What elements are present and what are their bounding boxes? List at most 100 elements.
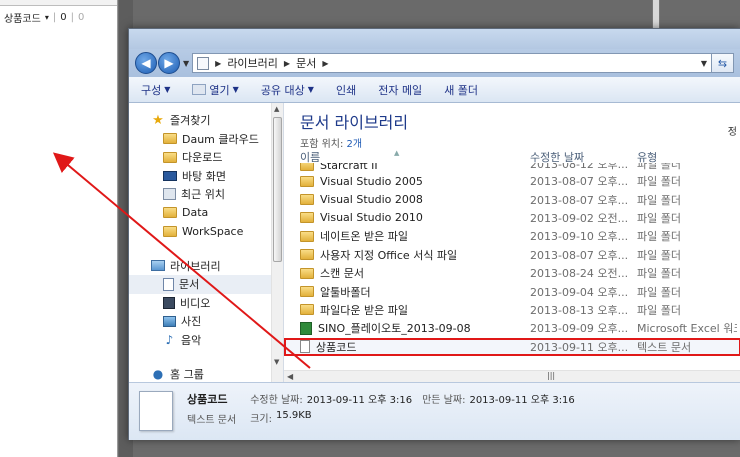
nav-homegroup[interactable]: ● 홈 그룹 bbox=[129, 365, 283, 384]
file-row[interactable]: Visual Studio 2005 2013-08-07 오후... 파일 폴더 bbox=[284, 172, 740, 190]
library-title: 문서 라이브러리 bbox=[300, 113, 409, 132]
title-bar[interactable] bbox=[129, 29, 740, 49]
new-folder-button[interactable]: 새 폴더 bbox=[444, 82, 478, 98]
recent-places-icon bbox=[163, 188, 176, 201]
scroll-thumb[interactable] bbox=[273, 117, 282, 262]
file-row[interactable]: 사용자 지정 Office 서식 파일 2013-08-07 오후... 파일 폴더 bbox=[284, 246, 740, 264]
refresh-button[interactable]: ⇆ bbox=[712, 53, 734, 73]
nav-item-documents[interactable]: 문서 bbox=[129, 275, 283, 294]
breadcrumb-documents[interactable]: 문서 bbox=[296, 55, 316, 71]
navigation-pane: ★ 즐겨찾기 Daum 클라우드 다운로드 바탕 화면 최근 위치 Data W… bbox=[129, 103, 284, 382]
nav-item-daum-cloud[interactable]: Daum 클라우드 bbox=[129, 130, 283, 149]
file-date: 2013-09-04 오후... bbox=[530, 285, 629, 299]
chevron-down-icon: ▼ bbox=[164, 85, 171, 94]
file-date: 2013-08-24 오전... bbox=[530, 267, 629, 281]
share-with-menu[interactable]: 공유 대상 ▼ bbox=[261, 82, 314, 98]
nav-favorites[interactable]: ★ 즐겨찾기 bbox=[129, 111, 283, 130]
chevron-right-icon[interactable]: ▶ bbox=[322, 59, 328, 68]
arrange-by-label[interactable]: 정 bbox=[728, 123, 737, 138]
file-row[interactable]: 알툴바폴더 2013-09-04 오후... 파일 폴더 bbox=[284, 282, 740, 300]
file-type: 파일 폴더 bbox=[637, 285, 681, 299]
chevron-down-icon[interactable]: ▾ bbox=[45, 13, 49, 22]
folder-icon bbox=[300, 230, 314, 242]
organize-menu[interactable]: 구성 ▼ bbox=[141, 82, 170, 98]
sort-caret-icon: ▲ bbox=[394, 149, 400, 157]
file-row[interactable]: 스캔 문서 2013-08-24 오전... 파일 폴더 bbox=[284, 264, 740, 282]
scroll-up-icon[interactable]: ▲ bbox=[274, 105, 279, 113]
file-type: 텍스트 문서 bbox=[637, 340, 692, 354]
share-label: 공유 대상 bbox=[260, 83, 305, 97]
file-row[interactable]: SINO_플레이오토_2013-09-08 2013-09-09 오후... Mic… bbox=[284, 319, 740, 337]
file-list-pane: 문서 라이브러리 포함 위치: 2개 정 ▲ 이름 수정한 날짜 유형 Star… bbox=[284, 103, 740, 382]
nav-item-workspace[interactable]: WorkSpace bbox=[129, 222, 283, 241]
folder-icon bbox=[300, 163, 314, 171]
back-button[interactable]: ◀ bbox=[135, 52, 157, 74]
chevron-right-icon[interactable]: ▶ bbox=[284, 59, 290, 68]
scroll-down-icon[interactable]: ▼ bbox=[274, 358, 279, 366]
nav-item-recent-places[interactable]: 최근 위치 bbox=[129, 185, 283, 204]
text-file-icon bbox=[300, 340, 310, 354]
chevron-down-icon: ▼ bbox=[232, 85, 239, 94]
homegroup-icon: ● bbox=[152, 367, 164, 382]
nav-item-data[interactable]: Data bbox=[129, 204, 283, 223]
address-dropdown-icon[interactable]: ▼ bbox=[701, 59, 707, 68]
file-name: Visual Studio 2005 bbox=[320, 174, 423, 188]
address-bar[interactable]: ▶ 라이브러리 ▶ 문서 ▶ ▼ bbox=[192, 53, 712, 73]
file-name-cell: 알툴바폴더 bbox=[300, 284, 530, 300]
nav-scrollbar[interactable]: ▲ ▼ bbox=[271, 103, 283, 382]
nav-label: 즐겨찾기 bbox=[170, 114, 211, 128]
nav-label: 문서 bbox=[179, 278, 200, 292]
breadcrumb-library[interactable]: 라이브러리 bbox=[227, 55, 278, 71]
folder-icon bbox=[163, 207, 177, 219]
nav-item-downloads[interactable]: 다운로드 bbox=[129, 148, 283, 167]
pictures-icon bbox=[163, 315, 176, 327]
nav-item-desktop[interactable]: 바탕 화면 bbox=[129, 167, 283, 186]
file-row[interactable]: 상품코드 2013-09-11 오후... 텍스트 문서 bbox=[284, 337, 740, 356]
file-date: 2013-09-09 오후... bbox=[530, 322, 629, 336]
file-row[interactable]: Starcraft II 2013-08-12 오후... 파일 폴더 bbox=[284, 163, 740, 172]
background-divider bbox=[652, 0, 660, 30]
file-date: 2013-09-10 오후... bbox=[530, 230, 629, 244]
nav-label: WorkSpace bbox=[182, 224, 244, 238]
email-button[interactable]: 전자 메일 bbox=[378, 82, 422, 98]
details-dates: 수정한 날짜: 2013-09-11 오후 3:16 만든 날짜: 2013-0… bbox=[250, 395, 575, 406]
nav-item-pictures[interactable]: 사진 bbox=[129, 312, 283, 331]
file-date: 2013-08-12 오후... bbox=[530, 163, 629, 171]
forward-button[interactable]: ▶ bbox=[158, 52, 180, 74]
count-b: 0 bbox=[77, 12, 85, 23]
scroll-left-icon[interactable]: ◀ bbox=[287, 372, 293, 381]
file-name: 스캔 문서 bbox=[320, 267, 364, 281]
chevron-right-icon[interactable]: ▶ bbox=[215, 59, 221, 68]
separator: | bbox=[70, 12, 74, 23]
file-type: 파일 폴더 bbox=[637, 211, 681, 225]
file-row[interactable]: Visual Studio 2010 2013-09-02 오전... 파일 폴더 bbox=[284, 209, 740, 227]
nav-item-music[interactable]: ♪ 음악 bbox=[129, 331, 283, 350]
address-row: ◀ ▶ ▼ ▶ 라이브러리 ▶ 문서 ▶ ▼ ⇆ bbox=[129, 49, 740, 77]
details-pane: 상품코드 텍스트 문서 수정한 날짜: 2013-09-11 오후 3:16 만… bbox=[129, 382, 740, 440]
file-type: 파일 폴더 bbox=[637, 248, 681, 262]
nav-libraries[interactable]: 라이브러리 bbox=[129, 257, 283, 276]
file-name: 네이트온 받은 파일 bbox=[320, 230, 408, 244]
folder-icon bbox=[300, 304, 314, 316]
star-icon: ★ bbox=[152, 112, 164, 128]
file-date: 2013-09-02 오전... bbox=[530, 211, 629, 225]
file-name: 알툴바폴더 bbox=[320, 285, 371, 299]
details-file-name: 상품코드 bbox=[187, 393, 228, 406]
file-row[interactable]: 네이트온 받은 파일 2013-09-10 오후... 파일 폴더 bbox=[284, 227, 740, 245]
file-row[interactable]: Visual Studio 2008 2013-08-07 오후... 파일 폴더 bbox=[284, 190, 740, 208]
library-header: 문서 라이브러리 포함 위치: 2개 bbox=[284, 103, 740, 150]
code-dropdown-bar[interactable]: 상품코드 ▾ | 0 | 0 bbox=[0, 6, 117, 29]
nav-label: 바탕 화면 bbox=[182, 169, 226, 183]
nav-item-videos[interactable]: 비디오 bbox=[129, 294, 283, 313]
file-date: 2013-08-07 오후... bbox=[530, 193, 629, 207]
horizontal-scrollbar[interactable]: ◀ ||| bbox=[284, 370, 740, 382]
file-row[interactable]: 파일다운 받은 파일 2013-08-13 오후... 파일 폴더 bbox=[284, 301, 740, 319]
scroll-grip-icon[interactable]: ||| bbox=[547, 371, 555, 380]
text-document-icon bbox=[139, 391, 173, 431]
file-name-cell: Visual Studio 2005 bbox=[300, 175, 530, 188]
recent-pages-chevron-icon[interactable]: ▼ bbox=[183, 59, 189, 68]
download-folder-icon bbox=[163, 151, 177, 163]
file-name-cell: Starcraft II bbox=[300, 163, 530, 172]
open-menu[interactable]: 열기 ▼ bbox=[192, 82, 239, 98]
print-button[interactable]: 인쇄 bbox=[336, 82, 356, 98]
